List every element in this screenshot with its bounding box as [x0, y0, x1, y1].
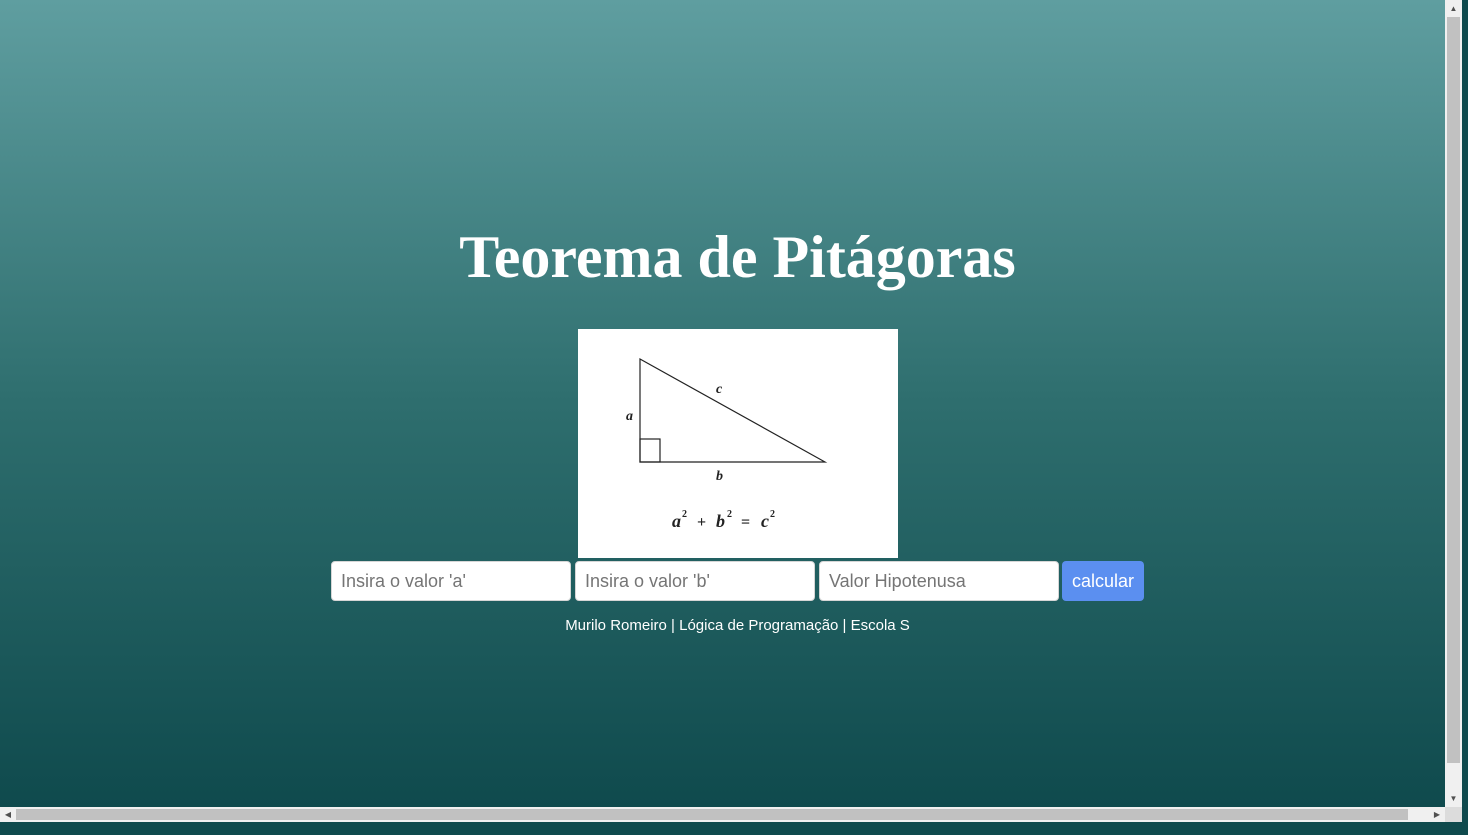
horizontal-scrollbar[interactable]: ◀ ▶ — [0, 807, 1445, 822]
page-title: Teorema de Pitágoras — [459, 224, 1016, 290]
formula-a: a — [672, 511, 681, 531]
side-b-label: b — [716, 469, 723, 484]
vertical-scrollbar[interactable]: ▲ ▼ — [1445, 0, 1462, 807]
vertical-scroll-thumb[interactable] — [1447, 17, 1460, 763]
formula-c: c — [761, 511, 769, 531]
scroll-up-arrow-icon[interactable]: ▲ — [1445, 0, 1462, 17]
triangle-diagram: a c b a 2 + b 2 = c 2 — [626, 357, 828, 531]
right-angle-marker — [639, 438, 661, 463]
pythagoras-figure: a c b a 2 + b 2 = c 2 — [578, 329, 898, 558]
page-background: Teorema de Pitágoras a c b a 2 + b 2 = c… — [0, 0, 1445, 807]
scroll-right-arrow-icon[interactable]: ▶ — [1429, 807, 1445, 822]
window-bottom-edge — [0, 822, 1468, 835]
input-a-field[interactable] — [331, 561, 571, 601]
horizontal-scroll-thumb[interactable] — [16, 809, 1408, 820]
calculate-button[interactable]: calcular — [1062, 561, 1144, 601]
formula-equals: = — [741, 514, 750, 531]
side-c-label: c — [716, 382, 723, 397]
formula-b: b — [716, 511, 725, 531]
scroll-down-arrow-icon[interactable]: ▼ — [1445, 790, 1462, 807]
right-triangle — [639, 357, 828, 463]
hypotenuse-field[interactable] — [819, 561, 1059, 601]
scroll-left-arrow-icon[interactable]: ◀ — [0, 807, 16, 822]
formula-c-exp: 2 — [770, 509, 775, 520]
formula-plus: + — [697, 514, 706, 531]
footer-credits: Murilo Romeiro | Lógica de Programação |… — [565, 617, 910, 634]
scrollbar-corner — [1445, 807, 1462, 822]
formula-a-exp: 2 — [682, 509, 687, 520]
side-a-label: a — [626, 409, 633, 424]
window-right-edge — [1462, 0, 1468, 835]
input-b-field[interactable] — [575, 561, 815, 601]
formula-b-exp: 2 — [727, 509, 732, 520]
formula: a 2 + b 2 = c 2 — [672, 509, 775, 531]
